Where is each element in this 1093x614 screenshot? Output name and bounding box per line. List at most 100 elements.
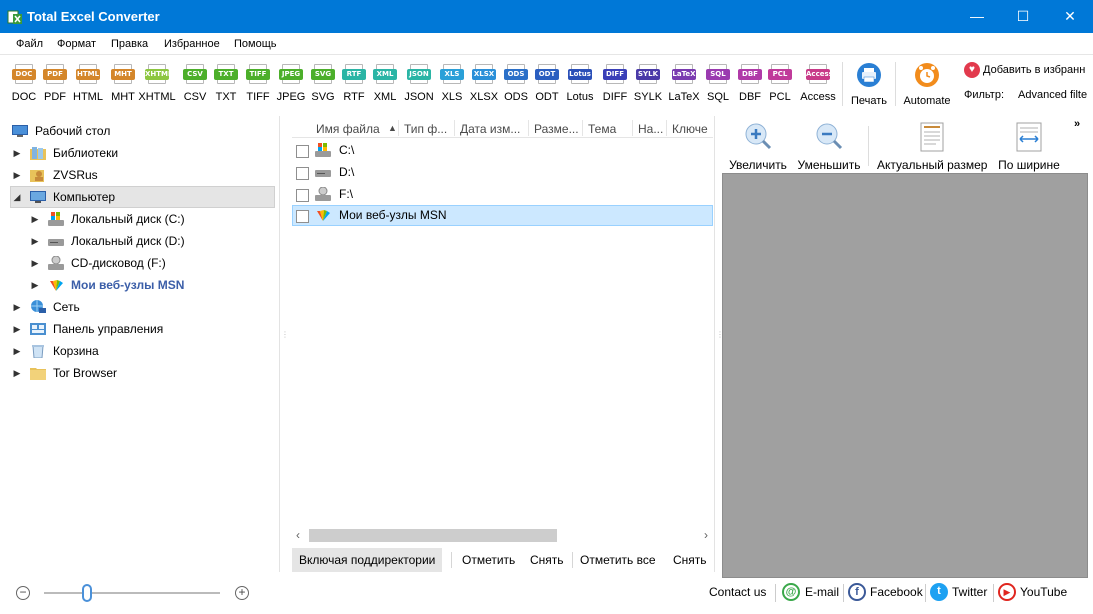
menu-file[interactable]: Файл: [16, 38, 43, 50]
filter-dropdown[interactable]: Advanced filte: [1018, 89, 1093, 101]
menu-edit[interactable]: Правка: [111, 38, 148, 50]
expand-arrow-icon[interactable]: ▶: [30, 275, 40, 295]
tree-item-disk-c[interactable]: ▶ Локальный диск (C:): [28, 209, 278, 229]
column-type[interactable]: Тип ф...: [404, 122, 447, 136]
horizontal-scrollbar[interactable]: ‹ ›: [296, 527, 710, 544]
contact-us-link[interactable]: Contact us: [709, 585, 766, 599]
collapse-arrow-icon[interactable]: ◢: [12, 187, 22, 207]
expand-arrow-icon[interactable]: ▶: [12, 363, 22, 383]
file-row-f[interactable]: F:\: [292, 184, 713, 205]
row-checkbox[interactable]: [296, 167, 309, 180]
add-favorites-button[interactable]: ♥ Добавить в избранн: [964, 62, 1085, 78]
actual-size-icon: [920, 122, 944, 152]
email-link[interactable]: E-mail: [805, 585, 839, 599]
row-checkbox[interactable]: [296, 210, 309, 223]
scroll-thumb[interactable]: [309, 529, 557, 542]
zoom-slider-track[interactable]: [44, 592, 220, 594]
zoom-in-icon: [745, 123, 772, 150]
mark-button[interactable]: Отметить: [462, 553, 515, 567]
zoom-slider-thumb[interactable]: [82, 584, 92, 602]
dbf-format-icon: DBF: [738, 64, 762, 86]
menu-help[interactable]: Помощь: [234, 38, 277, 50]
tree-item-network[interactable]: ▶ Сеть: [10, 297, 270, 317]
expand-arrow-icon[interactable]: ▶: [12, 297, 22, 317]
system-drive-icon: [315, 143, 331, 157]
facebook-link[interactable]: Facebook: [870, 585, 923, 599]
menu-format[interactable]: Формат: [57, 38, 96, 50]
expand-arrow-icon[interactable]: ▶: [12, 143, 22, 163]
expand-arrow-icon[interactable]: ▶: [30, 209, 40, 229]
tree-item-label: Сеть: [53, 300, 80, 314]
tree-item-disk-d[interactable]: ▶ Локальный диск (D:): [28, 231, 278, 251]
tree-item-msn[interactable]: ▶ Мои веб-узлы MSN: [28, 275, 278, 295]
actual-size-button[interactable]: Актуальный размер: [877, 122, 987, 172]
youtube-icon[interactable]: ▶: [998, 583, 1016, 601]
expand-arrow-icon[interactable]: ▶: [30, 253, 40, 273]
tree-item-recycle-bin[interactable]: ▶ Корзина: [10, 341, 270, 361]
column-separator[interactable]: [398, 120, 399, 136]
html-format-icon: HTML: [76, 64, 100, 86]
file-row-c[interactable]: C:\: [292, 140, 713, 161]
expand-arrow-icon[interactable]: ▶: [12, 165, 22, 185]
file-row-msn[interactable]: Мои веб-узлы MSN: [292, 205, 713, 226]
twitter-link[interactable]: Twitter: [952, 585, 987, 599]
sort-ascending-icon: ▲: [388, 123, 397, 133]
unmark-button[interactable]: Снять: [530, 553, 564, 567]
expand-arrow-icon[interactable]: ▶: [30, 231, 40, 251]
facebook-icon[interactable]: f: [848, 583, 866, 601]
fit-width-button[interactable]: По ширине: [995, 122, 1063, 172]
zoom-in-button[interactable]: Увеличить: [728, 122, 788, 172]
preview-pane: [722, 173, 1088, 578]
unmark-all-button[interactable]: Снять: [673, 553, 707, 567]
more-options-chevron-icon[interactable]: »: [1074, 118, 1080, 130]
column-separator[interactable]: [582, 120, 583, 136]
expand-arrow-icon[interactable]: ▶: [12, 319, 22, 339]
zoom-minus-button[interactable]: −: [16, 586, 30, 600]
zoom-out-button[interactable]: Уменьшить: [797, 122, 861, 172]
row-checkbox[interactable]: [296, 145, 309, 158]
expand-arrow-icon[interactable]: ▶: [12, 341, 22, 361]
tree-item-tor-browser[interactable]: ▶ Tor Browser: [10, 363, 270, 383]
fit-width-label: По ширине: [998, 158, 1060, 172]
menu-bar: Файл Формат Правка Избранное Помощь: [0, 33, 1093, 55]
tree-item-cd-drive[interactable]: ▶ CD-дисковод (F:): [28, 253, 278, 273]
tree-item-zvsrus[interactable]: ▶ ZVSRus: [10, 165, 270, 185]
fit-width-icon: [1016, 122, 1042, 152]
column-name[interactable]: Имя файла: [316, 122, 380, 136]
preview-toolbar: Увеличить Уменьшить Актуальный размер По…: [722, 116, 1093, 172]
tree-item-computer[interactable]: ◢ Компьютер: [10, 186, 275, 208]
email-icon[interactable]: @: [782, 583, 800, 601]
column-date[interactable]: Дата изм...: [460, 122, 520, 136]
print-button[interactable]: Печать: [849, 62, 889, 107]
splitter-grip[interactable]: ⋮: [281, 331, 289, 339]
youtube-link[interactable]: YouTube: [1020, 585, 1067, 599]
panel-splitter[interactable]: [279, 116, 280, 572]
mark-all-button[interactable]: Отметить все: [580, 553, 656, 567]
column-keywords[interactable]: Ключе: [672, 122, 708, 136]
tree-item-control-panel[interactable]: ▶ Панель управления: [10, 319, 270, 339]
column-size[interactable]: Разме...: [534, 122, 579, 136]
column-separator[interactable]: [632, 120, 633, 136]
menu-favorites[interactable]: Избранное: [164, 38, 220, 50]
column-separator[interactable]: [528, 120, 529, 136]
include-subdirs-button[interactable]: Включая поддиректории: [292, 548, 443, 572]
close-button[interactable]: ✕: [1047, 0, 1093, 33]
column-separator[interactable]: [666, 120, 667, 136]
column-title[interactable]: На...: [638, 122, 663, 136]
minimize-button[interactable]: —: [954, 0, 1000, 33]
column-separator[interactable]: [454, 120, 455, 136]
file-row-d[interactable]: D:\: [292, 162, 713, 183]
row-checkbox[interactable]: [296, 189, 309, 202]
automate-button[interactable]: Automate: [902, 62, 952, 107]
scroll-left-icon[interactable]: ‹: [296, 528, 300, 542]
tree-item-libraries[interactable]: ▶ Библиотеки: [10, 143, 270, 163]
column-subject[interactable]: Тема: [588, 122, 616, 136]
maximize-button[interactable]: ☐: [1000, 0, 1046, 33]
scroll-right-icon[interactable]: ›: [704, 528, 708, 542]
panel-splitter[interactable]: [714, 116, 715, 572]
format-button-access[interactable]: Access Access: [800, 64, 836, 103]
zoom-plus-button[interactable]: +: [235, 586, 249, 600]
xls-format-icon: XLS: [440, 64, 464, 86]
tree-item-desktop[interactable]: Рабочий стол: [10, 121, 270, 141]
twitter-icon[interactable]: t: [930, 583, 948, 601]
